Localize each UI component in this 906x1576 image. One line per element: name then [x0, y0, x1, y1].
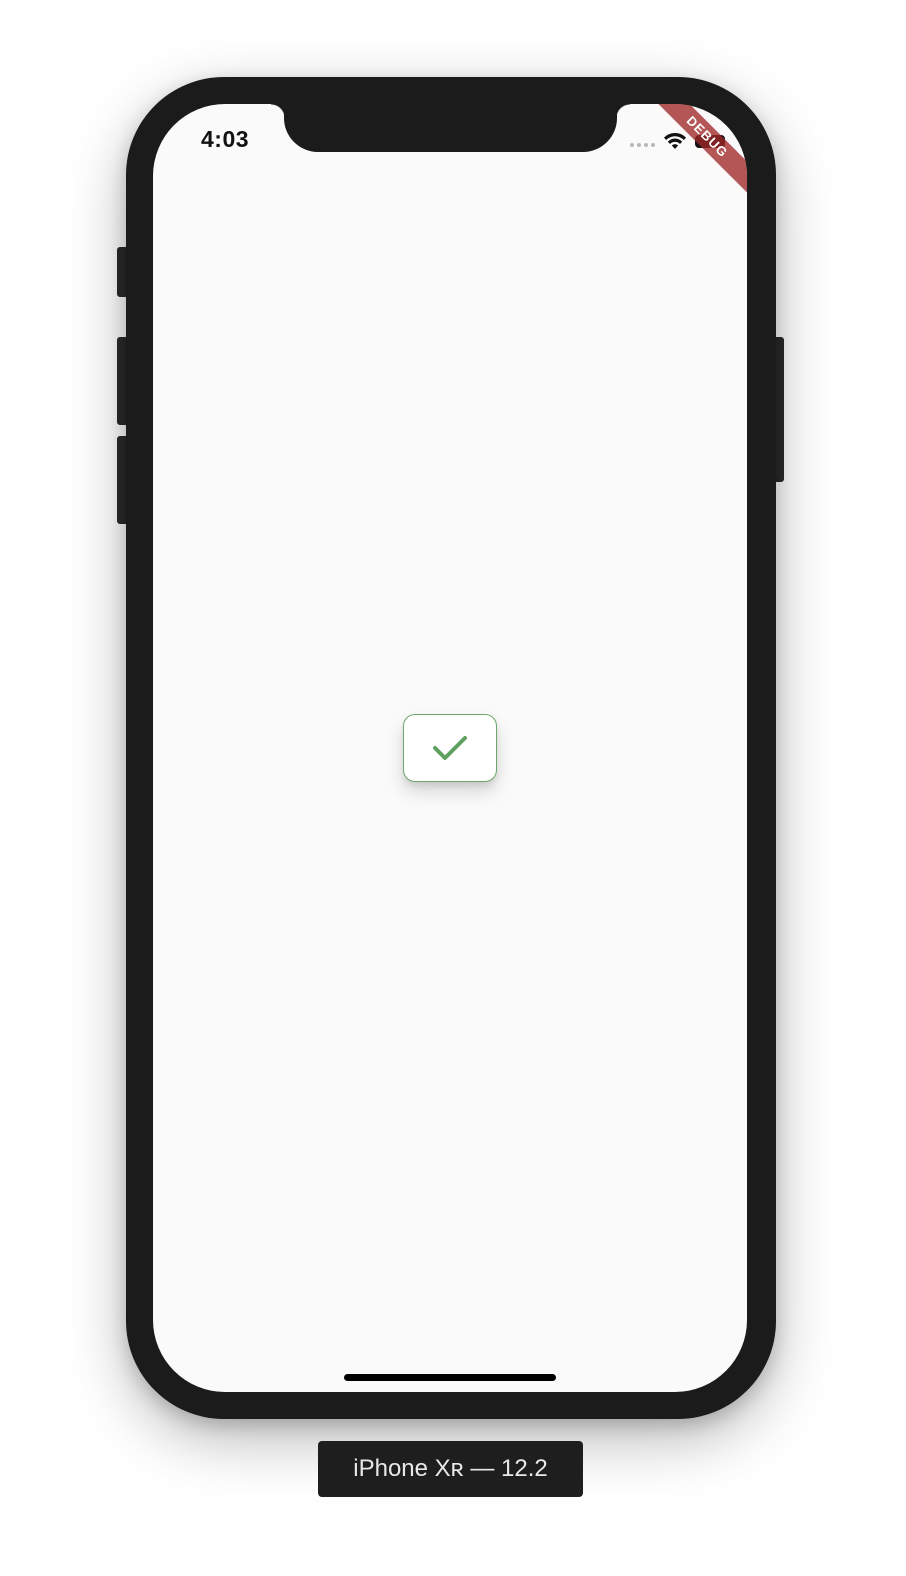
cellular-signal-icon	[630, 143, 655, 147]
app-screen: 4:03 DEBUG	[153, 104, 747, 1392]
device-label: iPhone Xʀ — 12.2	[318, 1441, 583, 1497]
home-indicator[interactable]	[344, 1374, 556, 1381]
notch	[271, 104, 630, 152]
phone-frame: 4:03 DEBUG	[126, 77, 776, 1419]
wifi-icon	[664, 132, 686, 149]
check-button[interactable]	[403, 714, 497, 782]
check-icon	[433, 736, 467, 760]
status-time: 4:03	[201, 126, 250, 152]
simulator-stage: 4:03 DEBUG iPhone Xʀ — 12.2	[0, 0, 906, 1576]
